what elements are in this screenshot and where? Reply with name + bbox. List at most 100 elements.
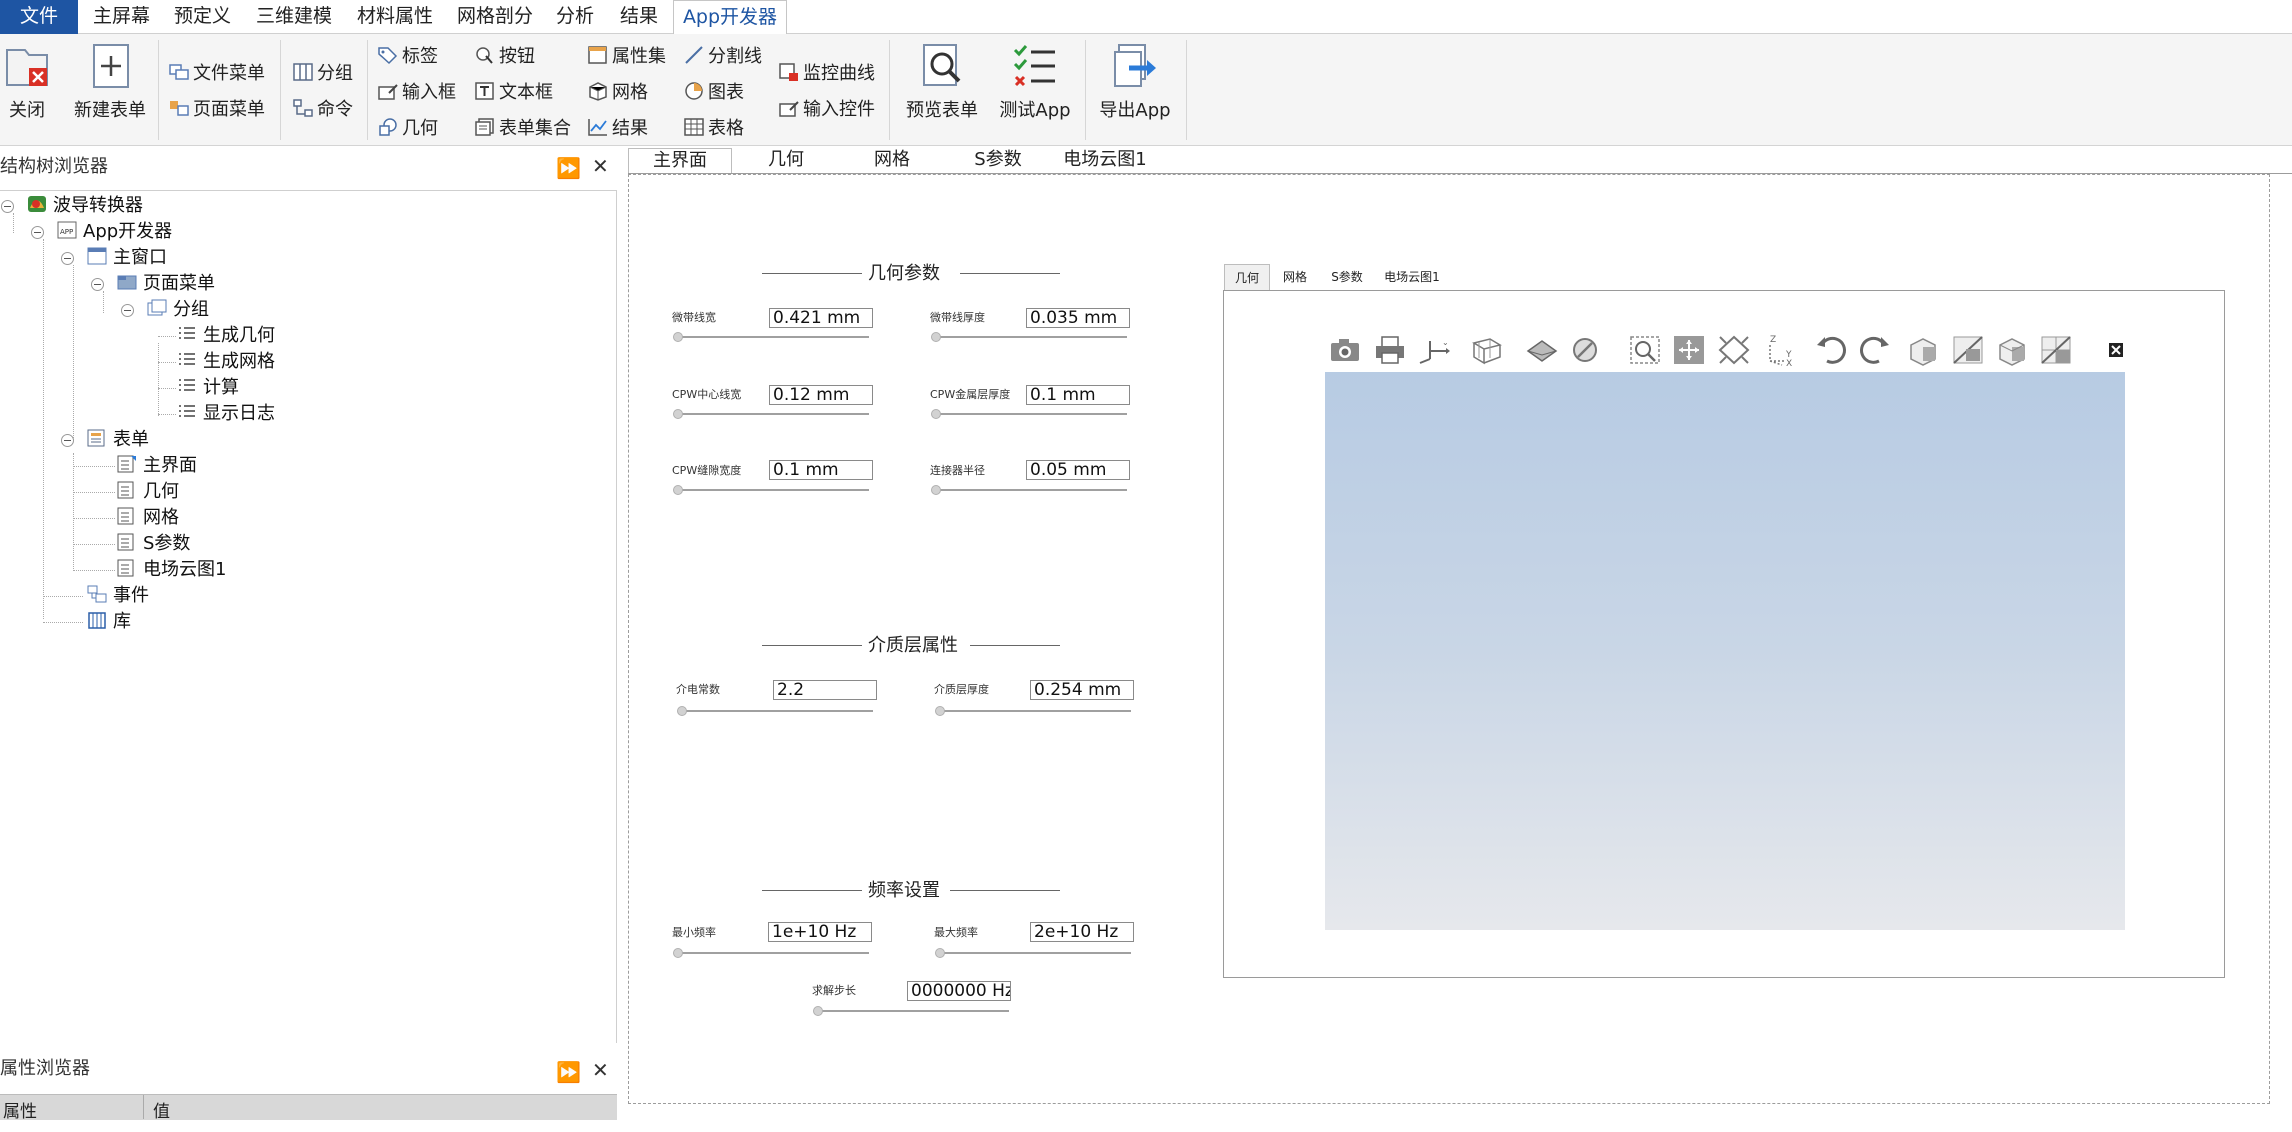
slider-handle[interactable] [931, 485, 941, 495]
slider-handle[interactable] [673, 948, 683, 958]
menu-file[interactable]: 文件 [0, 0, 78, 34]
menu-3d-modeling[interactable]: 三维建模 [256, 0, 332, 34]
tree-node-show-log[interactable]: 显示日志 [177, 401, 275, 427]
tree-node-page-menu[interactable]: 页面菜单 [117, 271, 215, 297]
slider-handle[interactable] [673, 332, 683, 342]
dielectric-thickness-input[interactable]: 0.254 mm [1030, 680, 1134, 700]
tab-geometry[interactable]: 几何 [734, 148, 838, 174]
zoom-fit-icon[interactable] [1671, 333, 1707, 367]
slider-handle[interactable] [673, 485, 683, 495]
input-control-button[interactable]: 输入控件 [778, 96, 875, 124]
tree-node-efield[interactable]: 电场云图1 [117, 557, 226, 583]
tab-main-ui[interactable]: 主界面 [628, 148, 732, 174]
tab-mesh[interactable]: 网格 [840, 148, 944, 174]
min-frequency-input[interactable]: 1e+10 Hz [768, 922, 872, 942]
cpw-gap-width-input[interactable]: 0.1 mm [769, 460, 873, 480]
pin-icon[interactable]: ⏩ [556, 1060, 581, 1084]
collapse-toggle[interactable] [31, 226, 44, 239]
page-menu-button[interactable]: 页面菜单 [168, 96, 265, 124]
tree-node-events[interactable]: 事件 [87, 583, 149, 609]
tree-node-gen-mesh[interactable]: 生成网格 [177, 349, 275, 375]
new-form-button[interactable]: 新建表单 [70, 42, 150, 122]
view4-icon[interactable] [2038, 333, 2074, 367]
rotate-icon[interactable] [1716, 333, 1752, 367]
coordinate-icon[interactable]: ZYX [1760, 333, 1796, 369]
property-set-button[interactable]: 属性集 [587, 43, 666, 71]
view3-icon[interactable] [1994, 333, 2030, 367]
file-menu-button[interactable]: 文件菜单 [168, 60, 265, 88]
menu-predefine[interactable]: 预定义 [174, 0, 231, 34]
view1-icon[interactable] [1905, 333, 1941, 367]
camera-icon[interactable] [1327, 333, 1363, 367]
tab-efield[interactable]: 电场云图1 [1052, 148, 1158, 174]
axis-icon[interactable]: ⌄ [1416, 333, 1452, 367]
cpw-center-width-input[interactable]: 0.12 mm [769, 385, 873, 405]
menu-meshing[interactable]: 网格剖分 [457, 0, 533, 34]
tree-node-main-ui[interactable]: 主界面 [117, 453, 197, 479]
table-button[interactable]: 表格 [683, 115, 744, 143]
close-icon[interactable]: ✕ [592, 1058, 609, 1082]
microstrip-width-input[interactable]: 0.421 mm [769, 308, 873, 328]
result-button[interactable]: 结果 [587, 115, 648, 143]
button-button[interactable]: 按钮 [474, 43, 535, 71]
test-app-button[interactable]: 测试App [995, 42, 1075, 122]
grid-icon[interactable] [1470, 333, 1506, 367]
monitor-curve-button[interactable]: 监控曲线 [778, 60, 875, 88]
collapse-toggle[interactable] [91, 278, 104, 291]
graphics-tab-mesh[interactable]: 网格 [1272, 264, 1318, 290]
collapse-toggle[interactable] [121, 304, 134, 317]
export-app-button[interactable]: 导出App [1095, 42, 1175, 122]
tree-node-sparam[interactable]: S参数 [117, 531, 190, 557]
tab-sparam[interactable]: S参数 [946, 148, 1050, 174]
close-icon[interactable]: ✕ [592, 154, 609, 178]
expand-icon[interactable] [2107, 333, 2127, 367]
textbox-button[interactable]: 文本框 [474, 79, 553, 107]
undo-icon[interactable] [1813, 333, 1849, 367]
tree-node-geometry[interactable]: 几何 [117, 479, 179, 505]
graphics-tab-sparam[interactable]: S参数 [1322, 264, 1372, 290]
menu-app-developer[interactable]: App开发器 [673, 0, 787, 35]
tree-node-library[interactable]: 库 [87, 609, 131, 635]
tree-node-compute[interactable]: 计算 [177, 375, 239, 401]
step-frequency-input[interactable]: 0000000 Hz [907, 981, 1011, 1001]
microstrip-thickness-input[interactable]: 0.035 mm [1026, 308, 1130, 328]
slider-handle[interactable] [935, 706, 945, 716]
close-button[interactable]: 关闭 [2, 42, 52, 122]
command-button[interactable]: 命令 [292, 96, 353, 124]
menu-material[interactable]: 材料属性 [357, 0, 433, 34]
hide-icon[interactable] [1569, 333, 1605, 367]
tree-node-group[interactable]: 分组 [147, 297, 209, 323]
cpw-metal-thickness-input[interactable]: 0.1 mm [1026, 385, 1130, 405]
tree-node-app[interactable]: APP App开发器 [57, 219, 172, 245]
slider-handle[interactable] [673, 409, 683, 419]
graphics-canvas[interactable] [1325, 372, 2125, 930]
tree-node-root[interactable]: 波导转换器 [27, 193, 143, 219]
slider-handle[interactable] [931, 409, 941, 419]
mesh-button[interactable]: 网格 [587, 79, 648, 107]
zoom-box-icon[interactable] [1627, 333, 1663, 367]
collapse-toggle[interactable] [61, 252, 74, 265]
print-icon[interactable] [1372, 333, 1408, 367]
collapse-toggle[interactable] [1, 200, 14, 213]
select-icon[interactable] [1524, 333, 1560, 367]
preview-form-button[interactable]: 预览表单 [900, 42, 984, 122]
divider-button[interactable]: 分割线 [683, 43, 762, 71]
input-box-button[interactable]: 输入框 [377, 79, 456, 107]
collapse-toggle[interactable] [61, 434, 74, 447]
pin-icon[interactable]: ⏩ [556, 156, 581, 180]
view2-icon[interactable] [1950, 333, 1986, 367]
geometry-button[interactable]: 几何 [377, 115, 438, 143]
menu-home[interactable]: 主屏幕 [93, 0, 150, 34]
redo-icon[interactable] [1857, 333, 1893, 367]
form-collection-button[interactable]: 表单集合 [474, 115, 571, 143]
label-button[interactable]: 标签 [377, 43, 438, 71]
connector-radius-input[interactable]: 0.05 mm [1026, 460, 1130, 480]
graphics-tab-efield[interactable]: 电场云图1 [1376, 264, 1448, 290]
tree-node-mesh[interactable]: 网格 [117, 505, 179, 531]
permittivity-input[interactable]: 2.2 [773, 680, 877, 700]
tree-node-main-window[interactable]: 主窗口 [87, 245, 167, 271]
chart-button[interactable]: 图表 [683, 79, 744, 107]
menu-results[interactable]: 结果 [620, 0, 658, 34]
slider-handle[interactable] [935, 948, 945, 958]
group-button[interactable]: 分组 [292, 60, 353, 88]
